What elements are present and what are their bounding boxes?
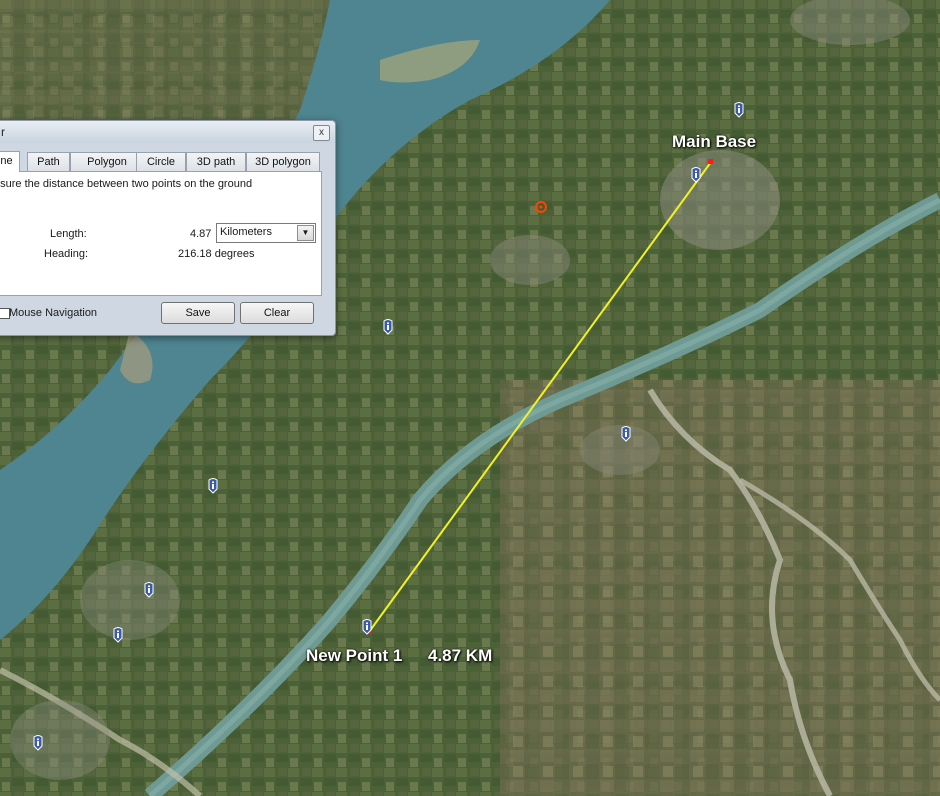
tab-3d-path[interactable]: 3D path (186, 152, 246, 171)
close-button[interactable]: x (313, 125, 330, 141)
placemark-info-icon[interactable] (620, 426, 632, 442)
heading-label: Heading: (44, 248, 89, 260)
tab-3d-polygon[interactable]: 3D polygon (246, 152, 320, 171)
placemark-info-icon[interactable] (207, 478, 219, 494)
placemark-info-icon[interactable] (32, 735, 44, 751)
ruler-description: asure the distance between two points on… (0, 178, 253, 190)
dialog-titlebar[interactable]: r x (0, 121, 335, 143)
placemark-info-icon[interactable] (112, 627, 124, 643)
mouse-navigation-label: Mouse Navigation (9, 307, 98, 319)
new-point-label[interactable]: New Point 1 (306, 646, 402, 666)
save-button[interactable]: Save (161, 302, 235, 324)
placemark-info-icon[interactable] (143, 582, 155, 598)
length-value: 4.87 (190, 228, 212, 240)
tab-circle[interactable]: Circle (136, 152, 186, 171)
placemark-info-icon[interactable] (382, 319, 394, 335)
unit-select-value: Kilometers (220, 226, 272, 238)
ruler-dialog: r x ne Path Polygon Circle 3D path 3D po… (0, 120, 336, 336)
tab-path[interactable]: Path (27, 152, 70, 171)
main-base-label[interactable]: Main Base (672, 132, 756, 152)
heading-value: 216.18 degrees (178, 248, 255, 260)
tab-line[interactable]: ne (0, 151, 20, 172)
placemark-info-icon[interactable] (733, 102, 745, 118)
placemark-info-icon[interactable] (690, 167, 702, 183)
placemark-info-icon[interactable] (361, 619, 373, 635)
length-label: Length: (50, 228, 87, 240)
unit-select[interactable]: Kilometers ▼ (216, 223, 316, 243)
chevron-down-icon[interactable]: ▼ (297, 225, 314, 241)
ruler-tabs: ne Path Polygon Circle 3D path 3D polygo… (0, 151, 323, 172)
clear-button[interactable]: Clear (240, 302, 314, 324)
distance-label: 4.87 KM (428, 646, 493, 665)
dialog-title: r (1, 125, 5, 139)
measure-start-point[interactable] (708, 159, 713, 164)
ruler-panel: asure the distance between two points on… (0, 171, 322, 296)
tab-polygon[interactable]: Polygon (70, 152, 144, 171)
